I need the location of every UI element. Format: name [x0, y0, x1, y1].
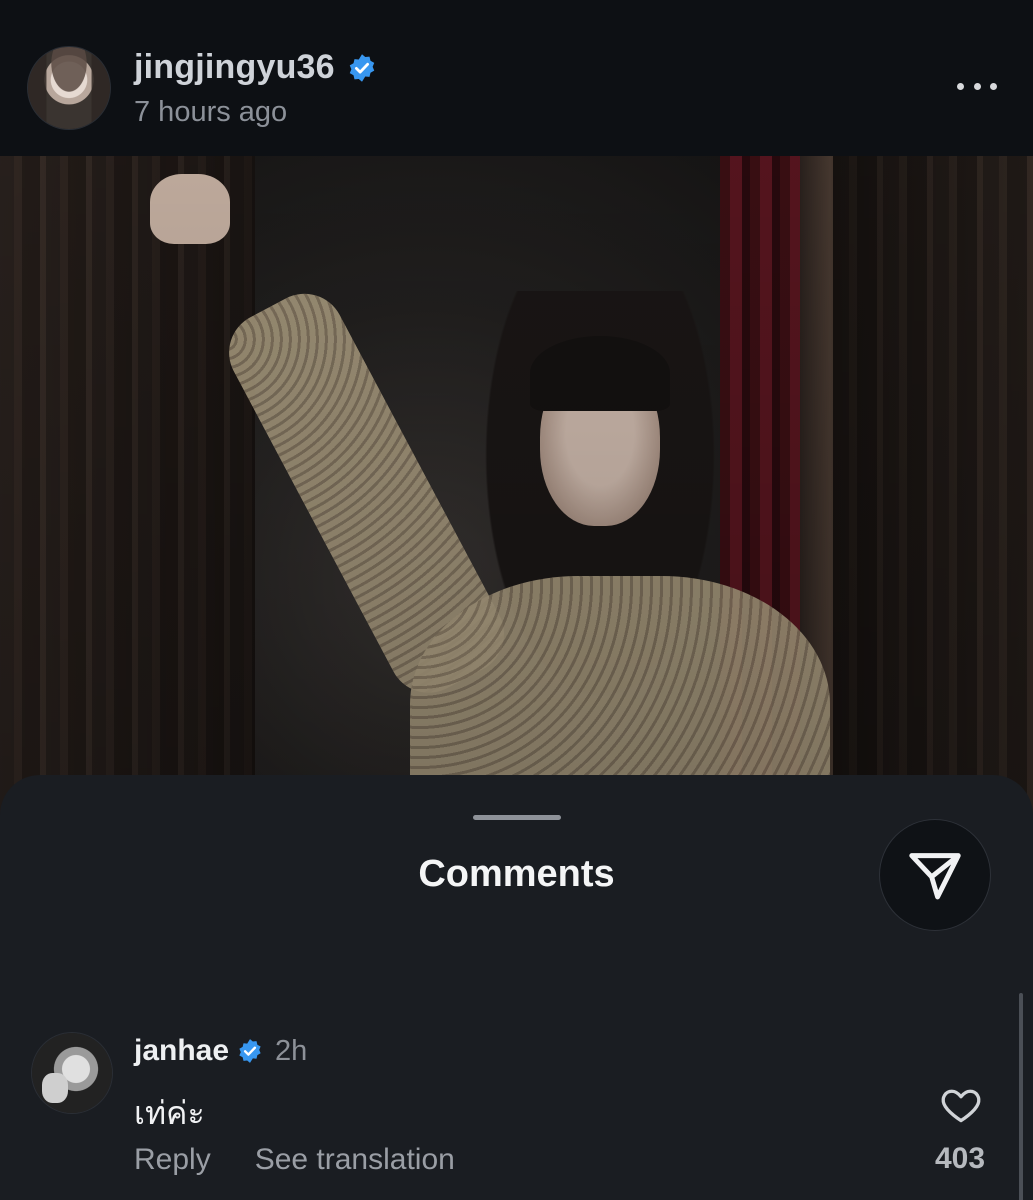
verified-badge-icon — [239, 1039, 261, 1063]
comments-title: Comments — [418, 853, 615, 895]
comment-item: janhae 2h เท่ค่ะ Reply See translation 4… — [0, 1030, 1033, 1200]
comments-sheet: Comments janhae 2h เท่ค่ะ Reply See tran… — [0, 775, 1033, 1200]
author-avatar[interactable] — [28, 47, 110, 129]
author-username[interactable]: jingjingyu36 — [134, 48, 335, 87]
post-header: jingjingyu36 7 hours ago — [0, 0, 1033, 156]
commenter-avatar[interactable] — [32, 1033, 112, 1113]
commenter-username[interactable]: janhae — [134, 1034, 229, 1068]
author-row: jingjingyu36 — [134, 48, 377, 87]
post-screen: jingjingyu36 7 hours ago Comments janhae… — [0, 0, 1033, 1200]
comment-header: janhae 2h — [134, 1034, 307, 1068]
send-icon — [909, 853, 961, 900]
share-button[interactable] — [880, 820, 990, 930]
see-translation-button[interactable]: See translation — [255, 1143, 455, 1177]
post-photo[interactable] — [0, 156, 1033, 856]
comment-actions: Reply See translation — [134, 1143, 455, 1177]
verified-badge-icon — [349, 53, 375, 82]
comment-text: เท่ค่ะ — [134, 1094, 205, 1132]
more-options-icon[interactable] — [957, 76, 997, 96]
sheet-drag-handle[interactable] — [473, 815, 561, 820]
like-count: 403 — [934, 1142, 986, 1175]
reply-button[interactable]: Reply — [134, 1143, 211, 1177]
comment-timestamp: 2h — [275, 1034, 308, 1067]
heart-icon[interactable] — [938, 1083, 984, 1127]
post-timestamp: 7 hours ago — [134, 96, 288, 128]
